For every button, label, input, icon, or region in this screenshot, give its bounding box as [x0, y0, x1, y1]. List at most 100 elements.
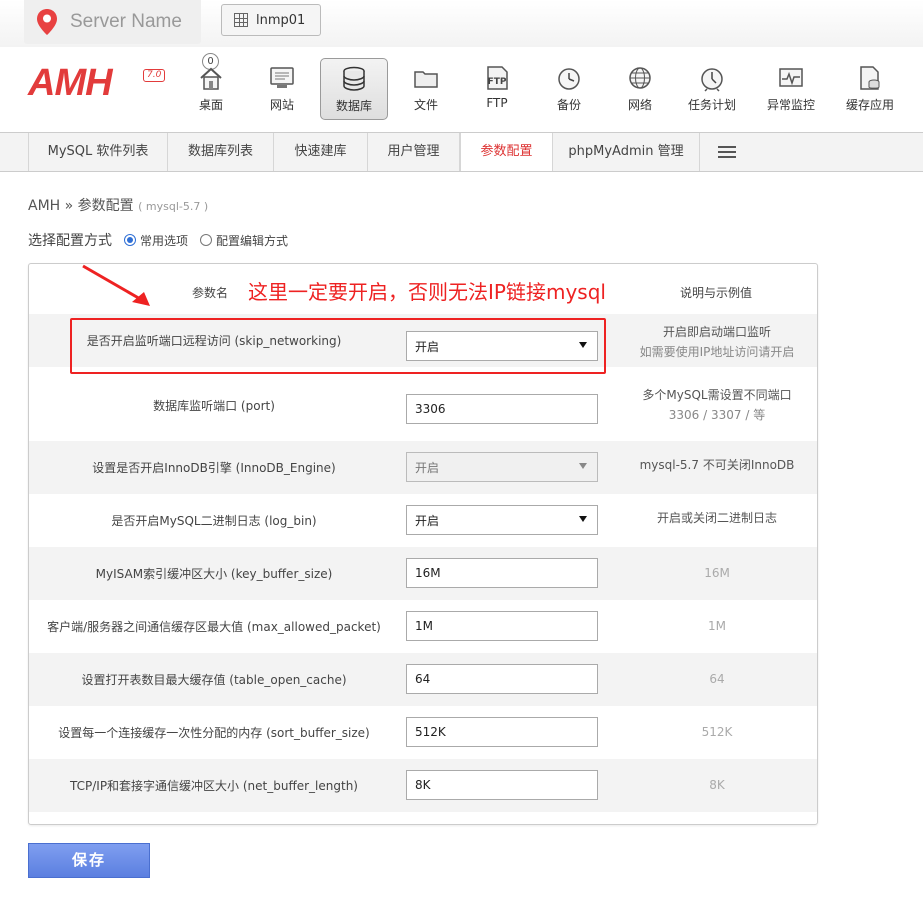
breadcrumb-separator: »: [64, 198, 74, 214]
table-row: 设置每一个连接缓存一次性分配的内存 (sort_buffer_size) 512…: [29, 706, 817, 759]
toolbar-cron[interactable]: 任务计划: [678, 58, 746, 120]
toolbar-label: 网络: [627, 98, 652, 112]
radio-edit-mode[interactable]: [200, 234, 213, 246]
breadcrumb-version: ( mysql-5.7 ): [138, 200, 209, 213]
tab-user-management[interactable]: 用户管理: [368, 133, 460, 171]
toolbar-label: 数据库: [335, 99, 372, 113]
annotation-text: 这里一定要开启，否则无法IP链接mysql: [248, 280, 606, 304]
server-bar: Server Name lnmp01: [0, 0, 923, 47]
desc-line-2: 3306 / 3307 / 等: [668, 408, 766, 422]
param-description: 开启即启动端口监听 如需要使用IP地址访问请开启: [619, 322, 815, 362]
dropdown-arrow-icon: [579, 516, 587, 522]
table-row: 客户端/服务器之间通信缓存区最大值 (max_allowed_packet) 1…: [29, 600, 817, 653]
server-name-label: Server Name: [70, 11, 182, 32]
annotation-highlight-box: [70, 318, 606, 374]
log-bin-select[interactable]: 开启: [406, 505, 598, 535]
main-header: AMH 7.0 0 桌面 网站 数据库 文件 FTP FTP 备份 网络 任务计…: [0, 47, 923, 132]
param-description: 64: [709, 672, 725, 686]
toolbar-network[interactable]: 网络: [606, 58, 674, 120]
amh-logo[interactable]: AMH 7.0: [28, 63, 168, 103]
toolbar-label: 缓存应用: [845, 98, 894, 112]
toolbar-database[interactable]: 数据库: [320, 58, 388, 120]
breadcrumb: AMH » 参数配置 ( mysql-5.7 ): [28, 195, 208, 215]
param-description: 512K: [701, 725, 733, 739]
header-description: 说明与示例值: [680, 286, 753, 300]
toolbar-ftp[interactable]: FTP FTP: [463, 58, 531, 120]
table-open-cache-input[interactable]: 64: [406, 664, 598, 694]
param-description: 1M: [708, 619, 726, 633]
net-buffer-length-input[interactable]: 8K: [406, 770, 598, 800]
table-row: TCP/IP和套接字通信缓冲区大小 (net_buffer_length) 8K…: [29, 759, 817, 812]
tab-phpmyadmin[interactable]: phpMyAdmin 管理: [553, 133, 700, 171]
param-name: MyISAM索引缓冲区大小 (key_buffer_size): [95, 567, 333, 581]
sub-navigation: MySQL 软件列表 数据库列表 快速建库 用户管理 参数配置 phpMyAdm…: [0, 132, 923, 172]
host-button[interactable]: lnmp01: [221, 4, 321, 36]
port-input[interactable]: 3306: [406, 394, 598, 424]
select-value: 开启: [415, 460, 440, 475]
toolbar-desktop[interactable]: 桌面: [177, 58, 245, 120]
toolbar-website[interactable]: 网站: [248, 58, 316, 120]
toolbar-label: 异常监控: [766, 98, 815, 112]
radio-common-label[interactable]: 常用选项: [140, 232, 188, 249]
desc-line-1: 开启即启动端口监听: [662, 325, 771, 339]
toolbar-label: 任务计划: [687, 98, 736, 112]
param-name: 设置每一个连接缓存一次性分配的内存 (sort_buffer_size): [58, 726, 370, 740]
select-value: 开启: [415, 513, 440, 528]
table-row: MyISAM索引缓冲区大小 (key_buffer_size) 16M 16M: [29, 547, 817, 600]
tab-database-list[interactable]: 数据库列表: [168, 133, 274, 171]
tab-quick-create[interactable]: 快速建库: [274, 133, 368, 171]
hamburger-menu-icon[interactable]: [718, 146, 736, 158]
param-name: TCP/IP和套接字通信缓冲区大小 (net_buffer_length): [70, 779, 358, 793]
server-name-box[interactable]: Server Name: [24, 0, 201, 44]
alarm-icon: [698, 64, 726, 92]
sort-buffer-size-input[interactable]: 512K: [406, 717, 598, 747]
tab-parameter-config[interactable]: 参数配置: [460, 133, 553, 171]
toolbar-label: FTP: [486, 96, 508, 110]
max-allowed-packet-input[interactable]: 1M: [406, 611, 598, 641]
toolbar-backup[interactable]: 备份: [535, 58, 603, 120]
clock-icon: [555, 64, 583, 92]
param-name: 设置打开表数目最大缓存值 (table_open_cache): [81, 673, 347, 687]
config-mode-label: 选择配置方式: [28, 233, 112, 249]
breadcrumb-page: 参数配置: [77, 198, 134, 214]
toolbar-label: 文件: [413, 98, 438, 112]
cache-icon: [856, 64, 884, 92]
desc-line-2: 如需要使用IP地址访问请开启: [639, 345, 795, 359]
radio-common-options[interactable]: [124, 234, 136, 246]
folder-icon: [412, 64, 440, 92]
toolbar-files[interactable]: 文件: [392, 58, 460, 120]
toolbar-label: 网站: [269, 98, 294, 112]
save-button[interactable]: 保存: [28, 843, 150, 878]
annotation-arrow: [82, 264, 150, 306]
home-icon: [197, 64, 225, 92]
param-description: 多个MySQL需设置不同端口 3306 / 3307 / 等: [619, 385, 815, 425]
param-description: 16M: [704, 566, 730, 580]
config-mode-selector: 选择配置方式 常用选项 配置编辑方式: [28, 230, 288, 250]
param-name: 是否开启MySQL二进制日志 (log_bin): [111, 514, 317, 528]
toolbar-monitor[interactable]: 异常监控: [757, 58, 825, 120]
radio-edit-label[interactable]: 配置编辑方式: [216, 232, 288, 249]
ftp-icon-glyph: FTP: [488, 77, 507, 87]
host-label: lnmp01: [256, 12, 306, 28]
monitor-icon: [268, 64, 296, 92]
param-name: 设置是否开启InnoDB引擎 (InnoDB_Engine): [92, 461, 336, 475]
tab-mysql-software[interactable]: MySQL 软件列表: [28, 133, 168, 171]
param-name: 客户端/服务器之间通信缓存区最大值 (max_allowed_packet): [47, 620, 381, 634]
logo-version: 7.0: [143, 69, 166, 82]
table-row: 设置是否开启InnoDB引擎 (InnoDB_Engine) 开启 mysql-…: [29, 441, 817, 494]
ftp-icon: FTP: [483, 64, 511, 92]
breadcrumb-root[interactable]: AMH: [28, 198, 60, 214]
database-icon: [340, 65, 368, 93]
key-buffer-size-input[interactable]: 16M: [406, 558, 598, 588]
desc-line-1: 多个MySQL需设置不同端口: [642, 388, 792, 402]
grid-icon: [234, 13, 248, 27]
logo-text: AMH: [28, 62, 113, 104]
param-description: 开启或关闭二进制日志: [656, 511, 777, 525]
table-row: 设置打开表数目最大缓存值 (table_open_cache) 64 64: [29, 653, 817, 706]
toolbar-label: 桌面: [198, 98, 223, 112]
globe-icon: [626, 64, 654, 92]
toolbar-cache[interactable]: 缓存应用: [836, 58, 904, 120]
table-row: 是否开启MySQL二进制日志 (log_bin) 开启 开启或关闭二进制日志: [29, 494, 817, 547]
toolbar-label: 备份: [556, 98, 581, 112]
table-row: 数据库监听端口 (port) 3306 多个MySQL需设置不同端口 3306 …: [29, 379, 817, 432]
